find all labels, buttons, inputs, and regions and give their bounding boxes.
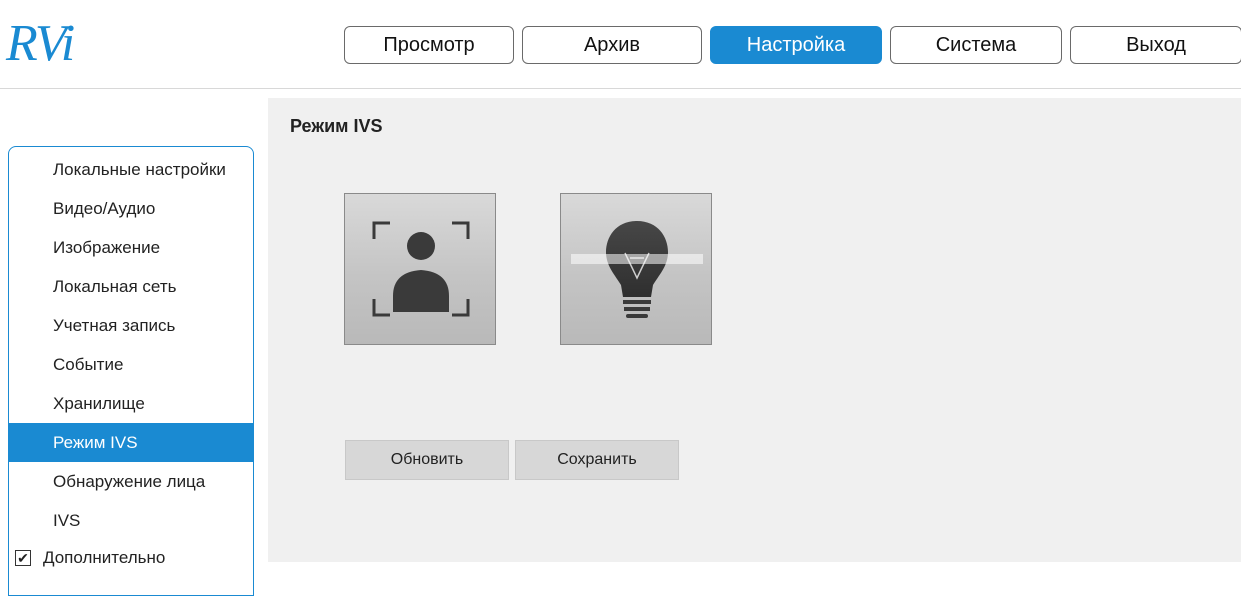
- sidebar-item-storage[interactable]: Хранилище: [9, 384, 253, 423]
- sidebar-item-video-audio[interactable]: Видео/Аудио: [9, 189, 253, 228]
- face-detection-icon: [372, 221, 470, 317]
- sidebar-item-local-settings[interactable]: Локальные настройки: [9, 150, 253, 189]
- header-divider: [0, 88, 1241, 89]
- light-bulb-icon: [571, 221, 703, 318]
- sidebar-item-event[interactable]: Событие: [9, 345, 253, 384]
- face-detection-mode-tile[interactable]: [344, 193, 496, 345]
- nav-exit-button[interactable]: Выход: [1070, 26, 1241, 64]
- nav-system-button[interactable]: Система: [890, 26, 1062, 64]
- sidebar-item-image[interactable]: Изображение: [9, 228, 253, 267]
- advanced-checkbox[interactable]: ✔: [15, 550, 31, 566]
- sidebar-item-local-network[interactable]: Локальная сеть: [9, 267, 253, 306]
- save-button[interactable]: Сохранить: [515, 440, 679, 480]
- rvi-logo: RVi: [6, 15, 75, 72]
- nav-archive-button[interactable]: Архив: [522, 26, 702, 64]
- nav-view-button[interactable]: Просмотр: [344, 26, 514, 64]
- sidebar-item-account[interactable]: Учетная запись: [9, 306, 253, 345]
- sidebar-item-ivs[interactable]: IVS: [9, 501, 253, 540]
- ivs-mode-panel: Режим IVS Обновить Сохранить: [268, 98, 1241, 562]
- settings-sidebar: Локальные настройки Видео/Аудио Изображе…: [8, 146, 254, 596]
- sidebar-advanced[interactable]: ✔ Дополнительно: [9, 540, 253, 576]
- page-title: Режим IVS: [290, 116, 383, 136]
- top-nav: Просмотр Архив Настройка Система Выход: [344, 26, 1241, 64]
- nav-settings-button[interactable]: Настройка: [710, 26, 882, 64]
- refresh-button[interactable]: Обновить: [345, 440, 509, 480]
- sidebar-item-face-detection[interactable]: Обнаружение лица: [9, 462, 253, 501]
- light-mode-tile[interactable]: [560, 193, 712, 345]
- sidebar-item-ivs-mode[interactable]: Режим IVS: [9, 423, 253, 462]
- advanced-label: Дополнительно: [43, 548, 166, 567]
